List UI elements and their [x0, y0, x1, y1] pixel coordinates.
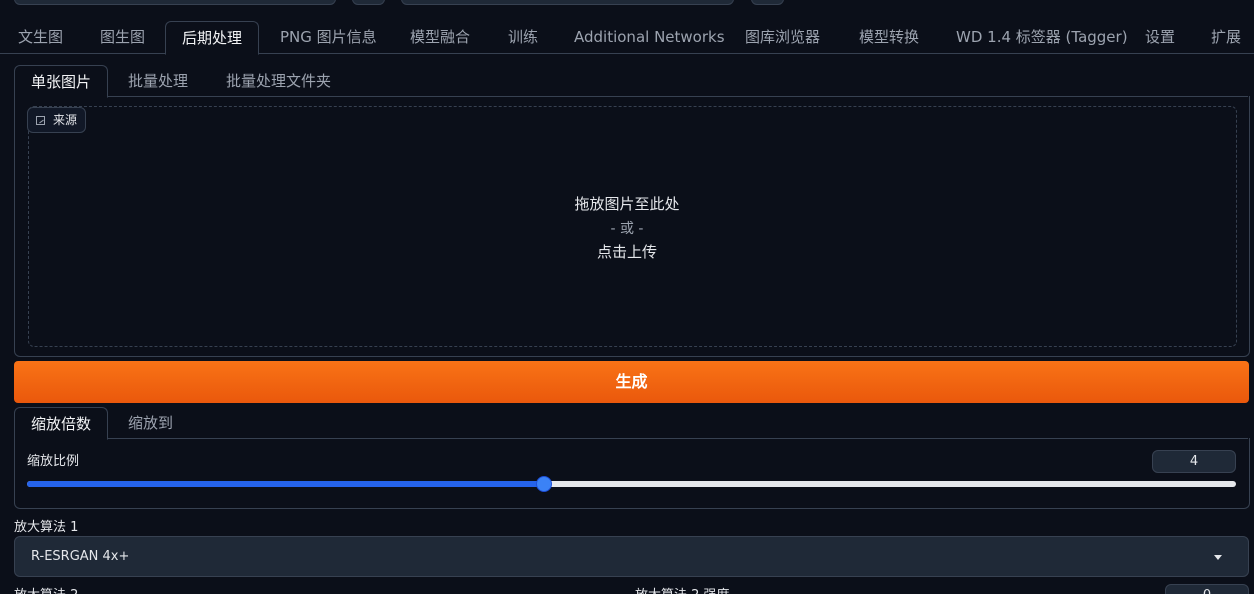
checkpoint-dropdown[interactable]: [14, 0, 336, 5]
upscaler1-value: R-ESRGAN 4x+: [31, 549, 130, 564]
tab-scale-by[interactable]: 缩放倍数: [14, 407, 109, 440]
extras-page: 文生图 图生图 后期处理 PNG 图片信息 模型融合 训练 Additional…: [0, 0, 1254, 594]
tab-png-info[interactable]: PNG 图片信息: [264, 21, 393, 54]
tab-batch-process[interactable]: 批量处理: [112, 65, 204, 97]
scale-number-input[interactable]: 4: [1152, 450, 1236, 473]
scale-panel: [14, 438, 1250, 509]
tab-single-image[interactable]: 单张图片: [14, 65, 109, 98]
scale-label: 缩放比例: [27, 454, 80, 469]
tab-extras[interactable]: 后期处理: [165, 21, 260, 55]
upscaler2-strength-label: 放大算法 2 强度: [635, 584, 730, 594]
drop-or-text: - 或 -: [610, 221, 644, 237]
refresh-button[interactable]: [352, 0, 385, 5]
tab-additional-networks[interactable]: Additional Networks: [558, 21, 741, 54]
tab-image-browser[interactable]: 图库浏览器: [729, 21, 836, 54]
scale-slider[interactable]: [27, 476, 1236, 492]
tab-extensions[interactable]: 扩展: [1195, 21, 1254, 54]
tab-checkpoint-merger[interactable]: 模型融合: [394, 21, 486, 54]
image-icon: [36, 115, 45, 125]
source-label-text: 来源: [53, 113, 78, 127]
tab-settings[interactable]: 设置: [1129, 21, 1191, 54]
tab-batch-from-directory[interactable]: 批量处理文件夹: [210, 65, 347, 97]
slider-fill: [27, 481, 545, 487]
click-upload-text[interactable]: 点击上传: [0, 241, 1254, 262]
source-label: 来源: [27, 107, 87, 133]
drop-text: 拖放图片至此处: [574, 195, 680, 213]
extras-mode-tabs: 单张图片 批量处理 批量处理文件夹: [14, 65, 1248, 98]
tab-train[interactable]: 训练: [492, 21, 554, 54]
tab-scale-to[interactable]: 缩放到: [112, 407, 189, 439]
tab-img2img[interactable]: 图生图: [84, 21, 161, 54]
generate-button[interactable]: 生成: [14, 361, 1249, 403]
resize-mode-tabs: 缩放倍数 缩放到: [14, 407, 1248, 440]
upscaler1-select[interactable]: R-ESRGAN 4x+: [14, 536, 1249, 577]
tab-txt2img[interactable]: 文生图: [2, 21, 79, 54]
main-tab-bar: 文生图 图生图 后期处理 PNG 图片信息 模型融合 训练 Additional…: [0, 21, 1254, 55]
upscaler1-label: 放大算法 1: [14, 520, 79, 535]
upscaler2-label: 放大算法 2: [14, 584, 78, 594]
vae-dropdown[interactable]: [401, 0, 734, 5]
refresh-vae-button[interactable]: [751, 0, 784, 5]
chevron-down-icon: [1214, 555, 1222, 560]
upscaler2-strength-input[interactable]: 0: [1165, 584, 1249, 594]
tab-model-converter[interactable]: 模型转换: [843, 21, 935, 54]
tab-tagger[interactable]: WD 1.4 标签器 (Tagger): [940, 21, 1144, 54]
